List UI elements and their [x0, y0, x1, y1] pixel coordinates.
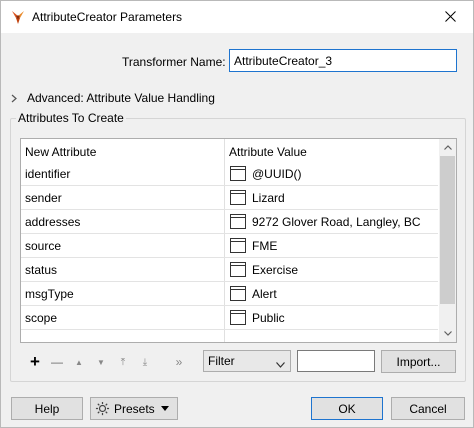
value-type-icon[interactable] [230, 166, 246, 181]
table-vertical-scrollbar[interactable] [439, 139, 456, 342]
move-up-icon[interactable]: ▲ [68, 352, 90, 372]
value-type-icon[interactable] [230, 190, 246, 205]
move-to-top-icon[interactable]: ⤒ [112, 352, 134, 372]
add-row-icon[interactable]: + [24, 352, 46, 372]
attribute-value-cell[interactable]: Exercise [252, 263, 298, 277]
scroll-down-icon[interactable] [439, 325, 456, 342]
table-row[interactable]: msgType Alert [21, 282, 438, 306]
attribute-value-cell[interactable]: Public [252, 311, 285, 325]
table-row[interactable]: addresses 9272 Glover Road, Langley, BC [21, 210, 438, 234]
attribute-name-cell[interactable]: status [25, 263, 57, 277]
filter-select-value: Filter [208, 354, 235, 368]
move-to-bottom-icon[interactable]: ⤓ [134, 352, 156, 372]
table-toolbar: + — ▲ ▼ ⤒ ⤓ » [24, 352, 190, 372]
close-icon[interactable] [427, 1, 473, 32]
title-bar: AttributeCreator Parameters [1, 1, 473, 33]
filter-select[interactable]: Filter [203, 350, 291, 372]
chevron-down-icon [276, 357, 285, 371]
attribute-name-cell[interactable]: addresses [25, 215, 80, 229]
attribute-value-cell[interactable]: Lizard [252, 191, 285, 205]
column-header-attribute-value[interactable]: Attribute Value [229, 145, 307, 159]
advanced-section-label: Advanced: Attribute Value Handling [27, 91, 215, 105]
attributes-group-title: Attributes To Create [16, 111, 126, 125]
table-row[interactable]: sender Lizard [21, 186, 438, 210]
table-row[interactable]: source FME [21, 234, 438, 258]
value-type-icon[interactable] [230, 262, 246, 277]
scroll-up-icon[interactable] [439, 139, 456, 156]
dialog-window: AttributeCreator Parameters Transformer … [0, 0, 474, 428]
filter-text-input[interactable] [297, 350, 375, 372]
chevron-right-icon [11, 94, 21, 103]
attribute-value-cell[interactable]: FME [252, 239, 277, 253]
table-row[interactable]: scope Public [21, 306, 438, 330]
advanced-section-toggle[interactable]: Advanced: Attribute Value Handling [11, 91, 215, 105]
attribute-name-cell[interactable]: scope [25, 311, 57, 325]
attributes-table: New Attribute Attribute Value identifier… [20, 138, 457, 343]
presets-gear-icon [95, 401, 110, 416]
ok-button[interactable]: OK [311, 397, 383, 420]
fme-transformer-icon [10, 9, 26, 25]
dropdown-caret-icon [160, 406, 169, 411]
window-title: AttributeCreator Parameters [32, 10, 183, 24]
value-type-icon[interactable] [230, 214, 246, 229]
value-type-icon[interactable] [230, 238, 246, 253]
attribute-value-cell[interactable]: Alert [252, 287, 277, 301]
attribute-name-cell[interactable]: msgType [25, 287, 74, 301]
attribute-name-cell[interactable]: sender [25, 191, 62, 205]
scrollbar-thumb[interactable] [440, 156, 455, 304]
more-options-icon[interactable]: » [168, 352, 190, 372]
table-row[interactable]: status Exercise [21, 258, 438, 282]
attribute-value-cell[interactable]: @UUID() [252, 167, 302, 181]
import-button[interactable]: Import... [381, 350, 456, 373]
transformer-name-label: Transformer Name: [122, 55, 226, 69]
table-row[interactable]: identifier @UUID() [21, 162, 438, 186]
remove-row-icon[interactable]: — [46, 352, 68, 372]
attribute-value-cell[interactable]: 9272 Glover Road, Langley, BC [252, 215, 421, 229]
attribute-name-cell[interactable]: identifier [25, 167, 70, 181]
value-type-icon[interactable] [230, 310, 246, 325]
value-type-icon[interactable] [230, 286, 246, 301]
presets-label: Presets [114, 401, 155, 416]
transformer-name-input[interactable] [229, 49, 457, 72]
attribute-name-cell[interactable]: source [25, 239, 61, 253]
presets-button[interactable]: Presets [90, 397, 178, 420]
cancel-button[interactable]: Cancel [391, 397, 465, 420]
move-down-icon[interactable]: ▼ [90, 352, 112, 372]
column-header-new-attribute[interactable]: New Attribute [25, 145, 96, 159]
table-header: New Attribute Attribute Value [21, 139, 438, 162]
help-button[interactable]: Help [11, 397, 83, 420]
